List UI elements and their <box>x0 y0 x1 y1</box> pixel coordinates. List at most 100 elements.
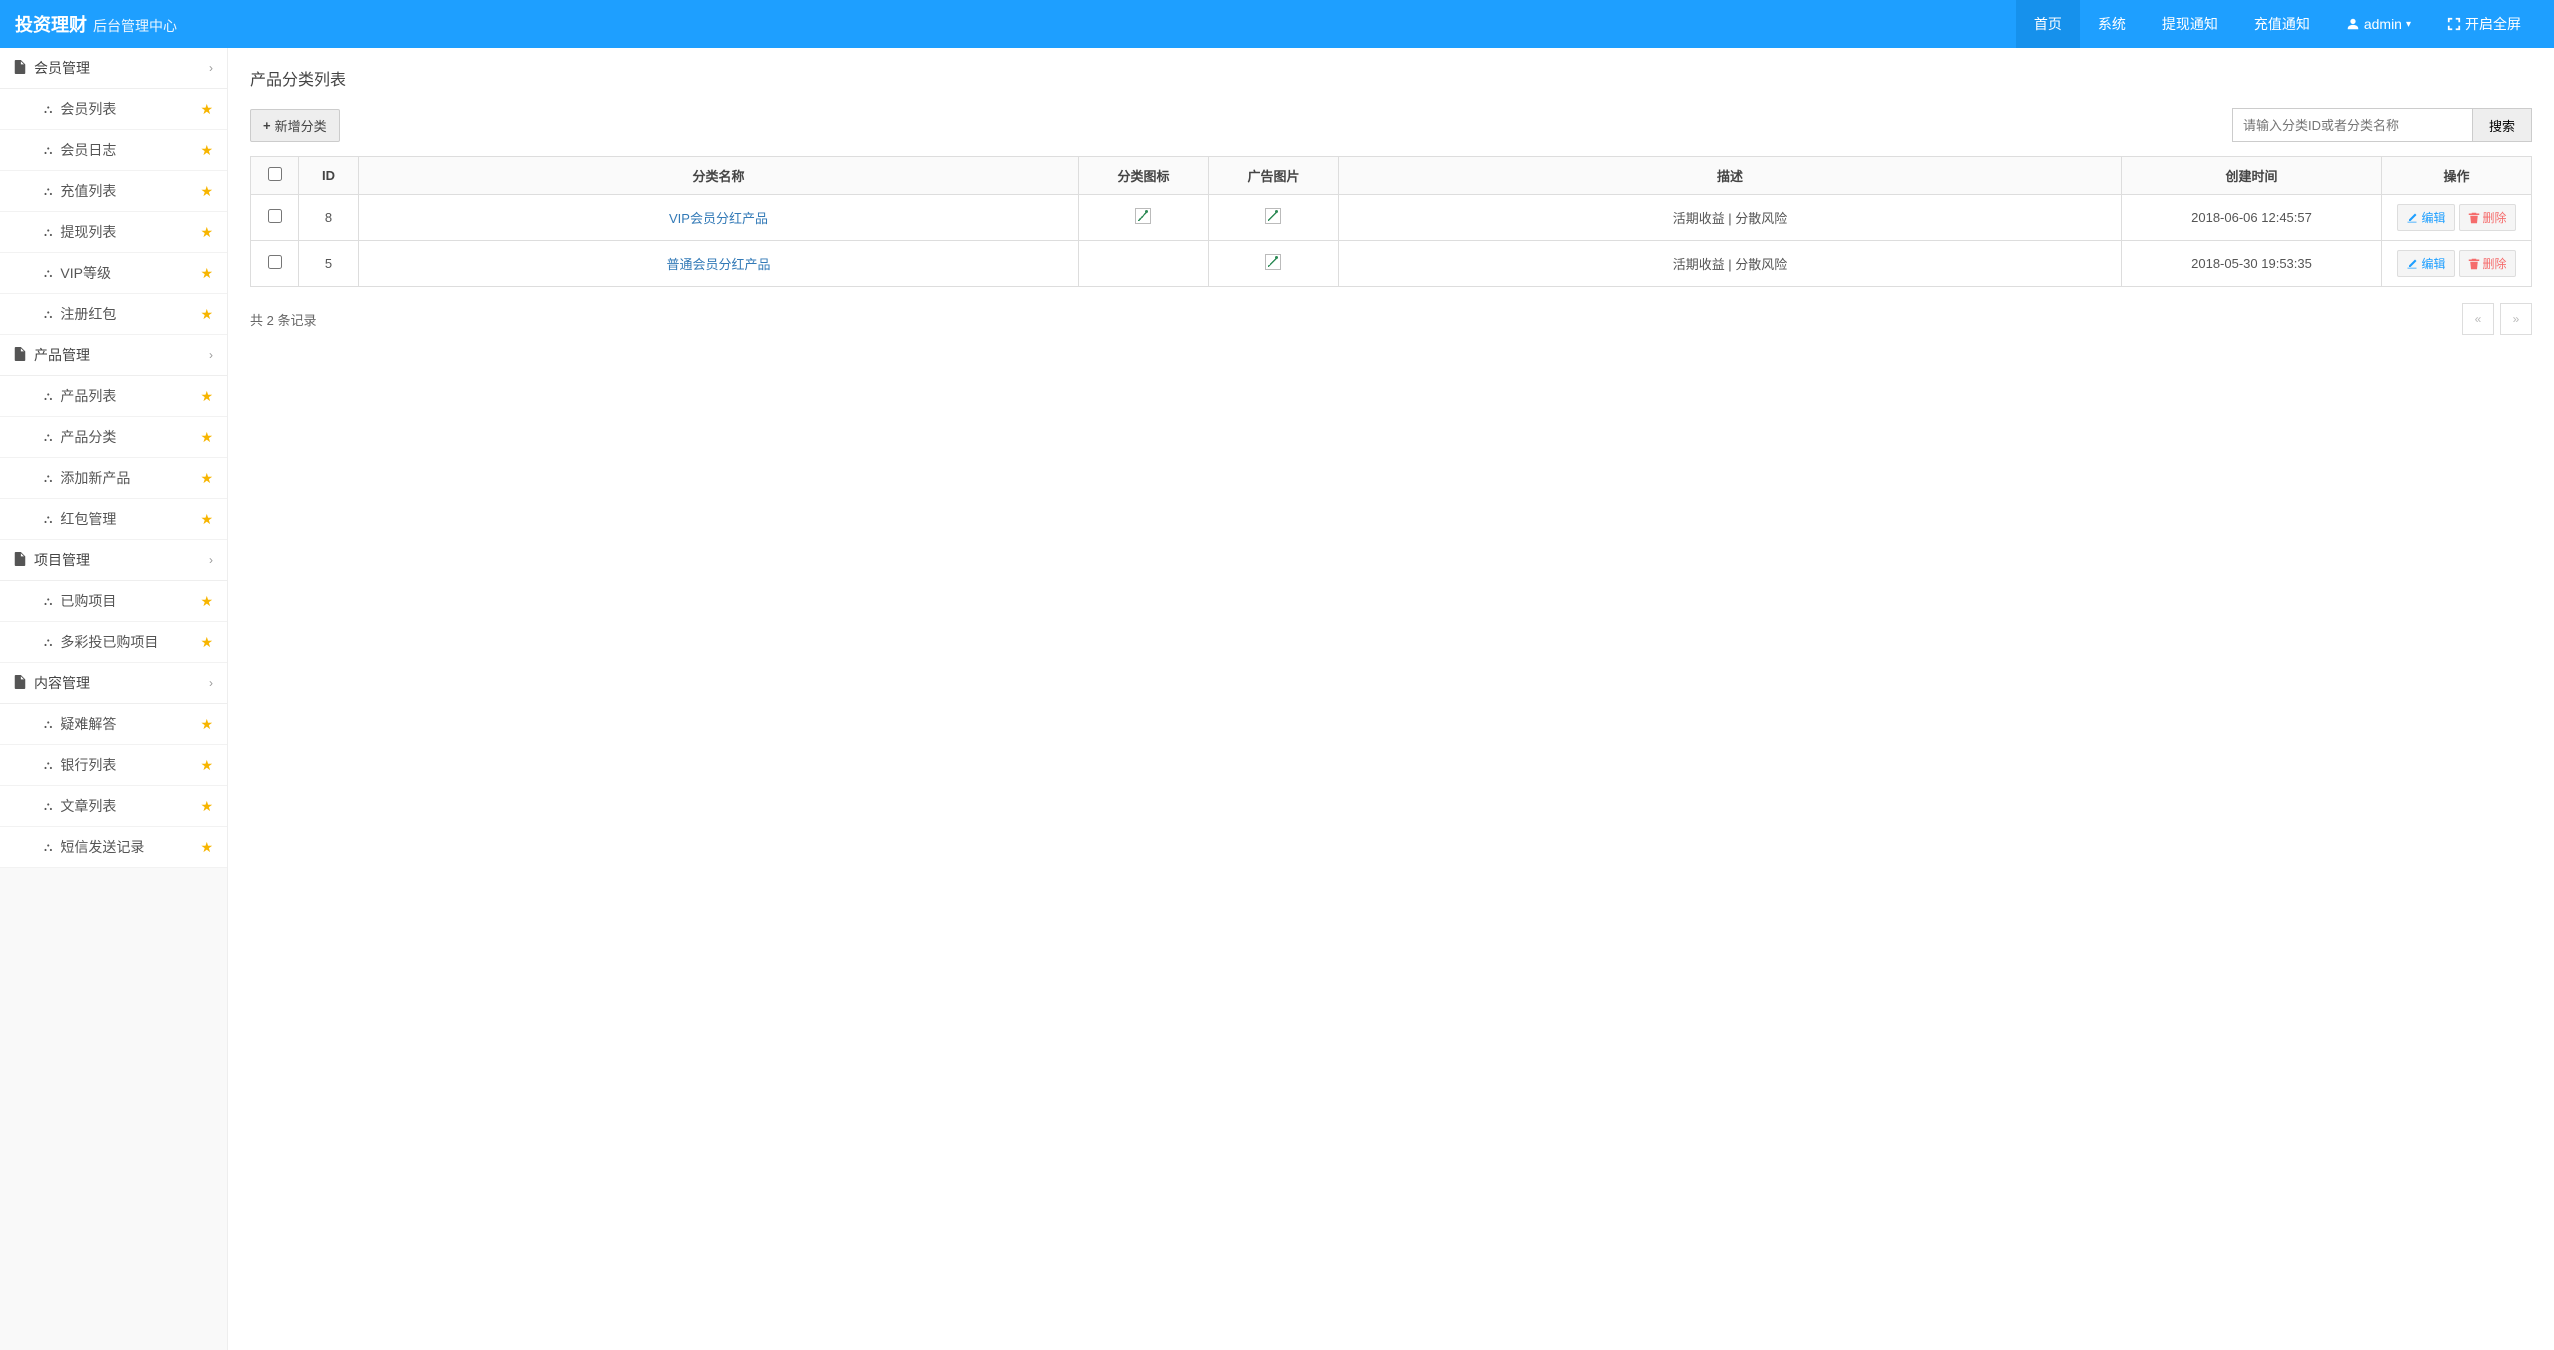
sidebar-item[interactable]: ⛬ 会员日志 ★ <box>0 130 227 171</box>
file-icon <box>14 675 26 692</box>
page-prev-button[interactable]: « <box>2462 303 2494 335</box>
page-next-button[interactable]: » <box>2500 303 2532 335</box>
sidebar-item[interactable]: ⛬文章列表★ <box>0 786 227 827</box>
category-name-link[interactable]: VIP会员分红产品 <box>669 211 768 226</box>
cell-id: 8 <box>299 195 359 241</box>
star-icon: ★ <box>200 470 213 487</box>
sidebar-item[interactable]: ⛬添加新产品★ <box>0 458 227 499</box>
star-icon: ★ <box>200 757 213 774</box>
cell-ad-image <box>1208 195 1338 241</box>
sidebar-item[interactable]: ⛬多彩投已购项目★ <box>0 622 227 663</box>
sidebar-item-label: 产品列表 <box>60 386 116 406</box>
main-content: 产品分类列表 + 新增分类 搜索 ID 分类名称 分类图标 广告图片 描述 <box>228 48 2554 1350</box>
star-icon: ★ <box>200 634 213 651</box>
edit-button[interactable]: 编辑 <box>2397 204 2454 231</box>
sidebar-item[interactable]: ⛬充值列表★ <box>0 171 227 212</box>
sidebar-item[interactable]: ⛬产品列表★ <box>0 376 227 417</box>
chevron-right-icon: › <box>209 348 213 362</box>
col-id: ID <box>299 157 359 195</box>
star-icon: ★ <box>200 224 213 241</box>
table-row: 5普通会员分红产品活期收益 | 分散风险2018-05-30 19:53:35编… <box>251 241 2532 287</box>
col-ad-image: 广告图片 <box>1208 157 1338 195</box>
brand: 投资理财 后台管理中心 <box>15 11 177 37</box>
puzzle-icon: ⛬ <box>44 717 52 732</box>
nav-system[interactable]: 系统 <box>2080 0 2144 48</box>
cell-desc: 活期收益 | 分散风险 <box>1338 195 2121 241</box>
sidebar-item[interactable]: ⛬红包管理★ <box>0 499 227 540</box>
sidebar-item-label: 短信发送记录 <box>60 837 144 857</box>
sidebar-item[interactable]: ⛬注册红包★ <box>0 294 227 335</box>
file-icon <box>14 60 26 77</box>
page-title: 产品分类列表 <box>250 66 2532 90</box>
sidebar-item[interactable]: ⛬ 疑难解答 ★ <box>0 704 227 745</box>
edit-button[interactable]: 编辑 <box>2397 250 2454 277</box>
cell-created: 2018-06-06 12:45:57 <box>2122 195 2382 241</box>
plus-icon: + <box>263 118 271 133</box>
puzzle-icon: ⛬ <box>44 143 52 158</box>
cell-desc: 活期收益 | 分散风险 <box>1338 241 2121 287</box>
puzzle-icon: ⛬ <box>44 512 52 527</box>
sidebar-item[interactable]: ⛬短信发送记录★ <box>0 827 227 868</box>
add-category-button[interactable]: + 新增分类 <box>250 109 340 142</box>
sidebar-item[interactable]: ⛬提现列表★ <box>0 212 227 253</box>
star-icon: ★ <box>200 101 213 118</box>
sidebar-group-header[interactable]: 产品管理› <box>0 335 227 376</box>
sidebar-item-label: 注册红包 <box>60 304 116 324</box>
puzzle-icon: ⛬ <box>44 225 52 240</box>
delete-button[interactable]: 删除 <box>2459 250 2516 277</box>
sidebar-item[interactable]: ⛬ 银行列表 ★ <box>0 745 227 786</box>
search-input[interactable] <box>2232 108 2472 142</box>
puzzle-icon: ⛬ <box>44 184 52 199</box>
row-checkbox[interactable] <box>268 209 282 223</box>
category-name-link[interactable]: 普通会员分红产品 <box>666 257 770 272</box>
brand-title: 投资理财 <box>15 11 87 37</box>
table-footer: 共 2 条记录 « » <box>250 303 2532 335</box>
chevron-right-icon: › <box>209 676 213 690</box>
puzzle-icon: ⛬ <box>44 758 52 773</box>
cell-ops: 编辑删除 <box>2382 241 2532 287</box>
star-icon: ★ <box>200 183 213 200</box>
nav-home[interactable]: 首页 <box>2016 0 2080 48</box>
cell-icon <box>1078 195 1208 241</box>
nav-withdraw-notice[interactable]: 提现通知 <box>2144 0 2236 48</box>
nav-admin-dropdown[interactable]: admin ▾ <box>2328 0 2429 48</box>
star-icon: ★ <box>200 716 213 733</box>
sidebar-item-label: 银行列表 <box>60 755 116 775</box>
row-checkbox[interactable] <box>268 255 282 269</box>
sidebar-item-label: 疑难解答 <box>60 714 116 734</box>
sidebar-item-label: 已购项目 <box>60 591 116 611</box>
nav-fullscreen[interactable]: 开启全屏 <box>2429 0 2539 48</box>
sidebar-group-header[interactable]: 内容管理› <box>0 663 227 704</box>
puzzle-icon: ⛬ <box>44 430 52 445</box>
sidebar-item-label: 添加新产品 <box>60 468 130 488</box>
star-icon: ★ <box>200 593 213 610</box>
top-navbar: 投资理财 后台管理中心 首页 系统 提现通知 充值通知 admin ▾ 开启全屏 <box>0 0 2554 48</box>
sidebar-item[interactable]: ⛬VIP等级★ <box>0 253 227 294</box>
col-ops: 操作 <box>2382 157 2532 195</box>
cell-ops: 编辑删除 <box>2382 195 2532 241</box>
sidebar-group-header[interactable]: 项目管理› <box>0 540 227 581</box>
star-icon: ★ <box>200 306 213 323</box>
sidebar-item[interactable]: ⛬ 已购项目 ★ <box>0 581 227 622</box>
search-group: 搜索 <box>2232 108 2532 142</box>
puzzle-icon: ⛬ <box>44 799 52 814</box>
record-count: 共 2 条记录 <box>250 310 316 329</box>
search-button[interactable]: 搜索 <box>2472 108 2532 142</box>
puzzle-icon: ⛬ <box>44 266 52 281</box>
nav-recharge-notice[interactable]: 充值通知 <box>2236 0 2328 48</box>
fullscreen-icon <box>2447 17 2461 31</box>
sidebar-group-header[interactable]: 会员管理› <box>0 48 227 89</box>
star-icon: ★ <box>200 142 213 159</box>
col-name: 分类名称 <box>359 157 1079 195</box>
sidebar-item-label: 会员日志 <box>60 140 116 160</box>
image-placeholder-icon <box>1265 254 1281 270</box>
puzzle-icon: ⛬ <box>44 594 52 609</box>
sidebar-item-label: 产品分类 <box>60 427 116 447</box>
sidebar-item[interactable]: ⛬会员列表★ <box>0 89 227 130</box>
sidebar-item[interactable]: ⛬产品分类★ <box>0 417 227 458</box>
select-all-checkbox[interactable] <box>268 167 282 181</box>
star-icon: ★ <box>200 265 213 282</box>
file-icon <box>14 552 26 569</box>
delete-button[interactable]: 删除 <box>2459 204 2516 231</box>
image-placeholder-icon <box>1265 208 1281 224</box>
